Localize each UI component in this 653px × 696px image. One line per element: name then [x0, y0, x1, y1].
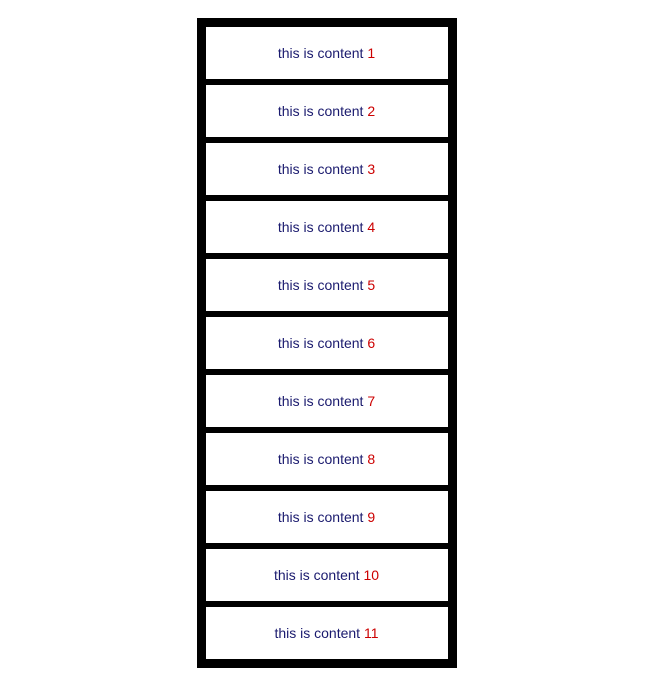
- list-item: this is content 2: [205, 84, 449, 138]
- list-item: this is content 1: [205, 26, 449, 80]
- list-item: this is content 9: [205, 490, 449, 544]
- item-number: 3: [367, 161, 375, 177]
- item-label: this is content 11: [274, 625, 378, 641]
- list-item: this is content 7: [205, 374, 449, 428]
- item-label: this is content 4: [278, 219, 375, 235]
- item-label: this is content 8: [278, 451, 375, 467]
- item-label: this is content 5: [278, 277, 375, 293]
- item-number: 11: [364, 625, 379, 641]
- item-number: 5: [367, 277, 375, 293]
- list-item: this is content 5: [205, 258, 449, 312]
- list-item: this is content 3: [205, 142, 449, 196]
- item-number: 9: [367, 509, 375, 525]
- item-label: this is content 1: [278, 45, 375, 61]
- item-label: this is content 3: [278, 161, 375, 177]
- item-label: this is content 2: [278, 103, 375, 119]
- list-item: this is content 11: [205, 606, 449, 660]
- item-label: this is content 7: [278, 393, 375, 409]
- list-item: this is content 8: [205, 432, 449, 486]
- content-list: this is content 1 this is content 2 this i…: [197, 18, 457, 668]
- item-number: 7: [367, 393, 375, 409]
- list-item: this is content 6: [205, 316, 449, 370]
- item-number: 1: [367, 45, 375, 61]
- item-number: 8: [367, 451, 375, 467]
- item-number: 6: [367, 335, 375, 351]
- item-number: 2: [367, 103, 375, 119]
- item-label: this is content 10: [274, 567, 379, 583]
- item-label: this is content 9: [278, 509, 375, 525]
- item-number: 4: [367, 219, 375, 235]
- list-item: this is content 4: [205, 200, 449, 254]
- item-label: this is content 6: [278, 335, 375, 351]
- item-number: 10: [363, 567, 379, 583]
- list-item: this is content 10: [205, 548, 449, 602]
